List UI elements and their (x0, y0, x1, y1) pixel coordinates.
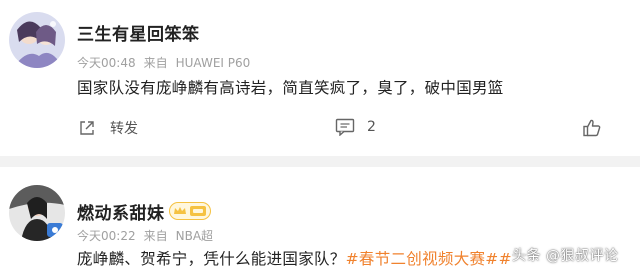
post-time: 今天00:22 (77, 229, 136, 243)
thumbs-up-icon (583, 119, 601, 137)
like-button[interactable] (582, 118, 602, 138)
post-source: HUAWEI P60 (175, 56, 251, 70)
repost-button[interactable]: 转发 (78, 118, 138, 138)
source-prefix: 来自 (143, 56, 168, 70)
post-card: 三生有星回笨笨 今天00:48 来自 HUAWEI P60 国家队没有庞峥麟有高诗岩… (0, 0, 640, 156)
post-separator (0, 156, 640, 167)
post-text: 庞峥麟、贺希宁，凭什么能进国家队？#春节二创视频大赛## (77, 247, 512, 269)
source-prefix: 来自 (143, 229, 168, 243)
post-meta: 今天00:48 来自 HUAWEI P60 (77, 54, 258, 71)
post-source: NBA超 (175, 229, 214, 243)
repost-icon (80, 121, 94, 135)
username[interactable]: 三生有星回笨笨 (77, 20, 200, 45)
username[interactable]: 燃动系甜妹 (77, 199, 165, 224)
hashtag-link[interactable]: #春节二创视频大赛## (346, 250, 512, 268)
post-text: 国家队没有庞峥麟有高诗岩，简直笑疯了，臭了，破中国男篮 (77, 79, 504, 97)
comment-count: 2 (367, 119, 376, 135)
watermark: 头条 @狠叔评论 (512, 248, 619, 264)
user-avatar[interactable] (9, 185, 65, 241)
post-text-body: 庞峥麟、贺希宁，凭什么能进国家队？ (77, 250, 346, 268)
comment-button[interactable]: 2 (335, 118, 376, 136)
user-avatar[interactable] (9, 12, 65, 68)
repost-label: 转发 (110, 121, 138, 137)
comment-icon (335, 118, 355, 136)
member-badge-icon (169, 202, 211, 220)
post-meta: 今天00:22 来自 NBA超 (77, 227, 221, 244)
post-time: 今天00:48 (77, 56, 136, 70)
